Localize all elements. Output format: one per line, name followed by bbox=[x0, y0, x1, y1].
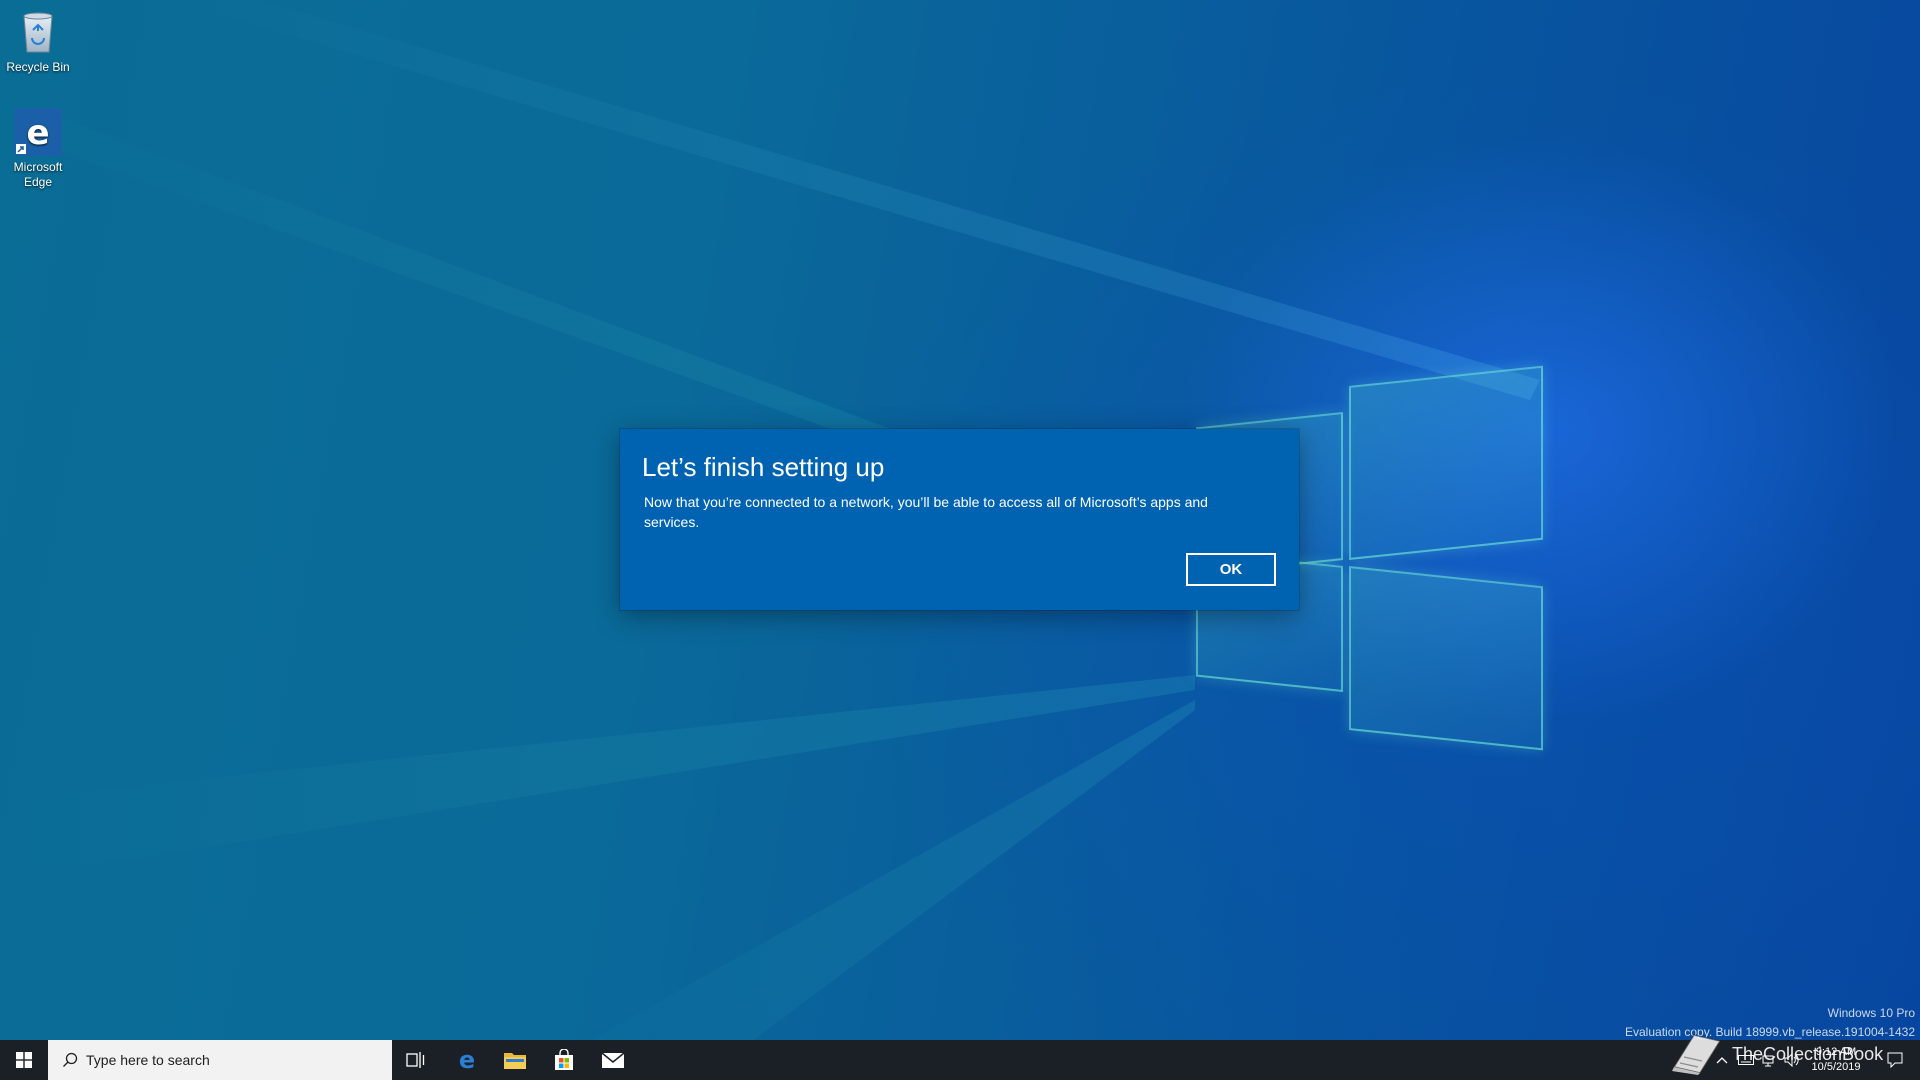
desktop: Recycle Bin e Microsoft Edge Let’s finis… bbox=[0, 0, 1920, 1080]
desktop-icon-recycle-bin[interactable]: Recycle Bin bbox=[0, 8, 76, 75]
book-logo-icon bbox=[1672, 1034, 1722, 1075]
desktop-icon-label: Recycle Bin bbox=[6, 60, 70, 74]
edge-icon: e bbox=[14, 108, 62, 156]
start-button[interactable] bbox=[0, 1040, 48, 1080]
brand-watermark: TheCollectionBook bbox=[1668, 1030, 1883, 1078]
recycle-bin-icon bbox=[14, 8, 62, 56]
task-view-button[interactable] bbox=[392, 1040, 440, 1080]
svg-text:e: e bbox=[459, 1048, 475, 1072]
dialog-title: Let’s finish setting up bbox=[642, 452, 885, 482]
search-icon bbox=[63, 1052, 78, 1067]
desktop-icon-label: Microsoft Edge bbox=[13, 160, 63, 189]
taskbar-mail-button[interactable] bbox=[589, 1040, 637, 1080]
notifications-icon bbox=[1887, 1052, 1903, 1068]
store-icon bbox=[555, 1049, 573, 1070]
edge-icon: e bbox=[459, 1048, 475, 1072]
desktop-icon-microsoft-edge[interactable]: e Microsoft Edge bbox=[0, 108, 76, 190]
search-input[interactable] bbox=[84, 1051, 368, 1069]
mail-icon bbox=[601, 1052, 625, 1068]
taskbar-store-button[interactable] bbox=[540, 1040, 588, 1080]
brand-name: TheCollectionBook bbox=[1732, 1043, 1884, 1064]
taskbar-edge-button[interactable]: e bbox=[443, 1040, 491, 1080]
finish-setup-dialog: Let’s finish setting up Now that you’re … bbox=[620, 429, 1299, 610]
wallpaper-logo-pane-bottom-right bbox=[1349, 566, 1543, 751]
taskbar: e bbox=[0, 1040, 1920, 1080]
dialog-message: Now that you’re connected to a network, … bbox=[644, 494, 1208, 530]
wallpaper-logo-pane-top-right bbox=[1349, 365, 1543, 560]
svg-text:e: e bbox=[26, 113, 49, 153]
windows-start-icon bbox=[16, 1052, 32, 1068]
taskbar-file-explorer-button[interactable] bbox=[491, 1040, 539, 1080]
file-explorer-icon bbox=[504, 1053, 526, 1069]
build-watermark-edition: Windows 10 Pro bbox=[1827, 1006, 1915, 1020]
ok-button[interactable]: OK bbox=[1186, 553, 1276, 586]
task-view-icon bbox=[406, 1052, 425, 1068]
taskbar-search-box[interactable] bbox=[48, 1040, 392, 1080]
